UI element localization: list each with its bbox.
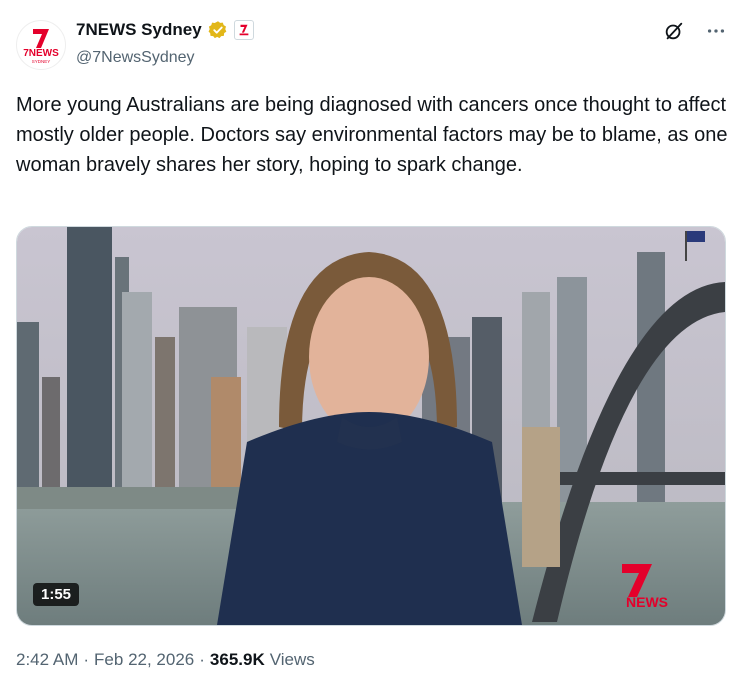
video-player[interactable]: NEWS 1:55 <box>16 226 726 626</box>
tweet-footer: 2:42 AM · Feb 22, 2026 · 365.9K Views <box>16 650 315 670</box>
video-watermark: NEWS <box>626 594 668 610</box>
affiliate-badge-icon[interactable] <box>233 20 254 40</box>
video-duration: 1:55 <box>33 583 80 606</box>
avatar-sub-text: SYDNEY <box>32 59 51 64</box>
tweet-header: 7NEWS SYDNEY 7NEWS Sydney @7NewsSydney <box>16 16 727 72</box>
verified-badge-icon[interactable] <box>208 20 228 40</box>
avatar[interactable]: 7NEWS SYDNEY <box>16 20 66 70</box>
separator: · <box>199 650 205 669</box>
display-name[interactable]: 7NEWS Sydney <box>76 20 202 40</box>
tweet-text: More young Australians are being diagnos… <box>16 94 728 176</box>
views-count[interactable]: 365.9K <box>210 650 265 670</box>
author-name-row: 7NEWS Sydney <box>76 20 254 40</box>
post-date[interactable]: Feb 22, 2026 <box>94 650 194 670</box>
post-time[interactable]: 2:42 AM <box>16 650 78 670</box>
grok-icon[interactable] <box>663 20 685 42</box>
video-thumbnail: NEWS <box>17 227 725 625</box>
more-icon[interactable] <box>705 20 727 42</box>
separator: · <box>83 650 90 669</box>
views-label[interactable]: Views <box>270 650 315 670</box>
top-actions <box>663 20 727 42</box>
avatar-logo-text: 7NEWS <box>23 48 59 59</box>
author-handle[interactable]: @7NewsSydney <box>76 49 195 67</box>
